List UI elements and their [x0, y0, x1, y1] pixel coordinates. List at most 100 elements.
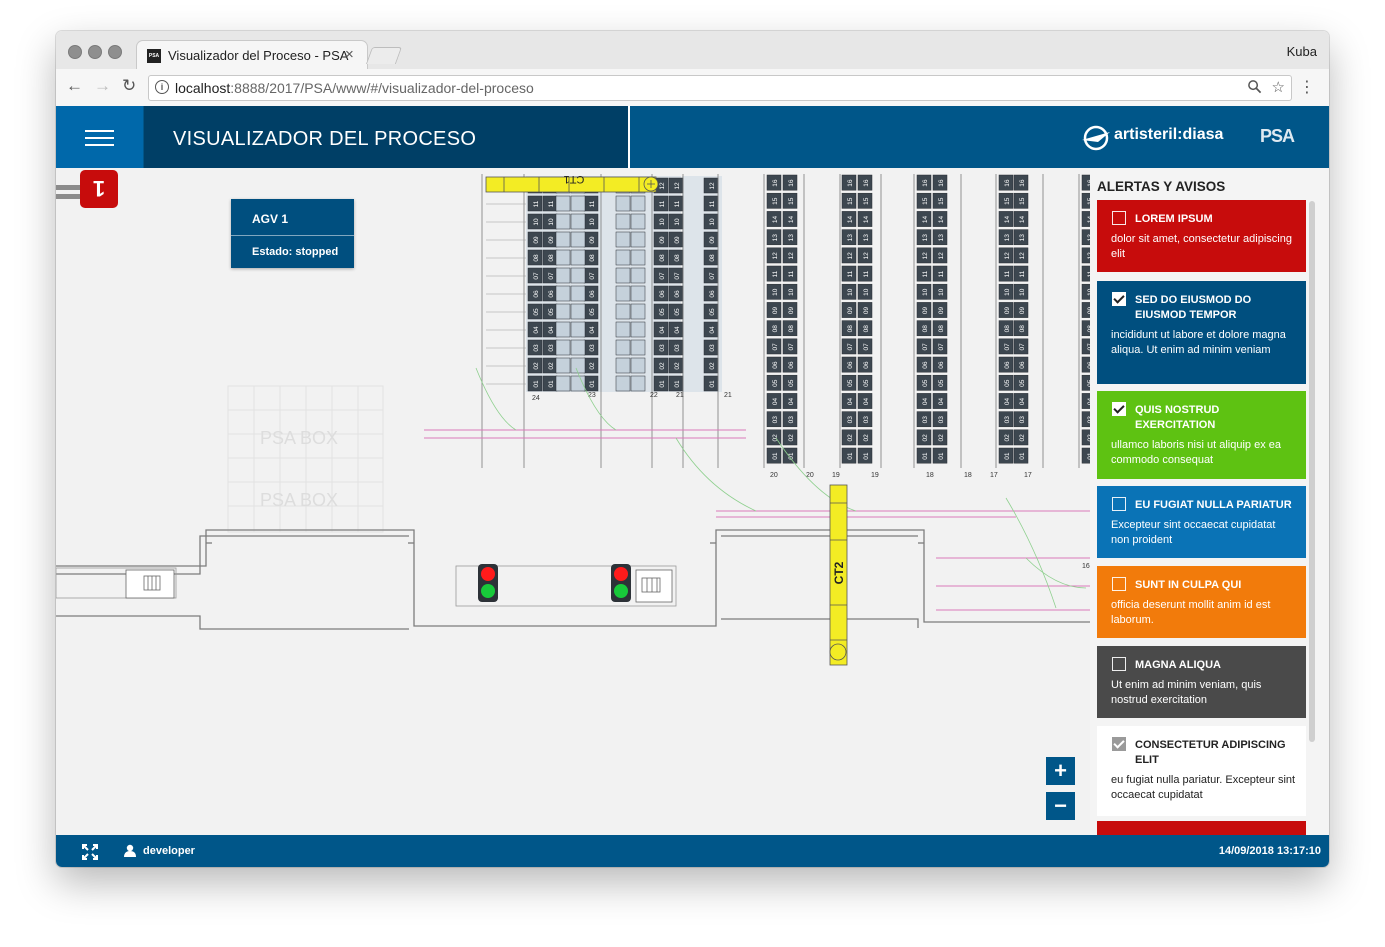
rack-slot-number: 14 — [847, 216, 854, 224]
rack-slot-number: 04 — [548, 326, 555, 334]
rack-slot-number: 08 — [674, 254, 681, 262]
rack-slot-number: 01 — [772, 452, 779, 460]
rack-slot-number: 09 — [709, 236, 716, 244]
rack-slot-number: 05 — [938, 379, 945, 387]
rack-slot-number: 05 — [636, 308, 643, 316]
browser-toolbar: ← → ↻ i localhost:8888/2017/PSA/www/#/vi… — [56, 69, 1329, 107]
agv-info-card[interactable]: AGV 1 Estado: stopped — [231, 199, 354, 268]
warehouse-layout[interactable]: PSA BOX PSA BOX 12 11 10 09 08 07 06 05 04 03 02 01… — [56, 168, 1090, 835]
alert-checkbox[interactable] — [1112, 402, 1126, 416]
rack-slot-number: 16 — [922, 179, 929, 187]
rack-slot-number: 08 — [772, 325, 779, 333]
alert-checkbox[interactable] — [1112, 577, 1126, 591]
forward-arrow-icon[interactable]: → — [94, 76, 111, 96]
rack-slot-number: 06 — [621, 290, 628, 298]
alert-body: ullamco laboris nisi ut aliquip ex ea co… — [1111, 439, 1281, 466]
rack-slot-number: 12 — [863, 252, 870, 260]
rack-slot-number: 09 — [1019, 307, 1026, 315]
process-map[interactable]: PSA BOX PSA BOX 12 11 10 09 08 07 06 05 04 03 02 01… — [56, 168, 1090, 835]
alert-card[interactable]: SED DO EIUSMOD DO EIUSMOD TEMPOR incididu… — [1097, 281, 1306, 384]
rack-slot-number: 02 — [576, 362, 583, 370]
alerts-scrollbar[interactable] — [1309, 201, 1315, 742]
alert-checkbox[interactable] — [1112, 737, 1126, 751]
alert-checkbox[interactable] — [1112, 211, 1126, 225]
window-maximize-button[interactable] — [108, 45, 122, 59]
rack-slot-number: 07 — [659, 272, 666, 280]
rack-slot-number: 15 — [847, 197, 854, 205]
rack-slot-number: 10 — [1004, 288, 1011, 296]
rack-slot-number: 11 — [636, 200, 643, 207]
rack-slot-number: 04 — [659, 326, 666, 334]
rack-slot-number: 08 — [589, 254, 596, 262]
alert-heading: QUIS NOSTRUD EXERCITATION — [1135, 404, 1220, 431]
rack-slot-number: 16 — [788, 179, 795, 187]
rack-slot-number: 08 — [1019, 325, 1026, 333]
alert-card[interactable]: LOREM IPSUM dolor sit amet, consectetur a… — [1097, 200, 1306, 272]
rack-slot-number: 14 — [938, 216, 945, 224]
alert-body: eu fugiat nulla pariatur. Excepteur sint… — [1111, 774, 1296, 801]
zoom-in-button[interactable]: + — [1046, 757, 1075, 785]
rack-slot-number: 06 — [674, 290, 681, 298]
alert-checkbox[interactable] — [1112, 497, 1126, 511]
rack-slot-number: 14 — [863, 216, 870, 224]
rack-slot-number: 10 — [548, 218, 555, 226]
new-tab-button[interactable] — [365, 47, 403, 64]
rack-slot-number: 08 — [533, 254, 540, 262]
rack-slot-number: 02 — [533, 362, 540, 370]
rack-slot-number: 08 — [922, 325, 929, 333]
rack-slot-number: 11 — [576, 200, 583, 207]
rack-slot-number: 08 — [621, 254, 628, 262]
rack-slot-number: 10 — [589, 218, 596, 226]
alert-checkbox[interactable] — [1112, 292, 1126, 306]
tab-close-icon[interactable]: × — [345, 46, 354, 63]
rack-slot-number: 04 — [709, 326, 716, 334]
alert-card[interactable]: QUIS NOSTRUD EXERCITATION ullamco laboris… — [1097, 391, 1306, 479]
footer-username[interactable]: developer — [143, 845, 195, 857]
rack-slot-number: 01 — [847, 452, 854, 460]
rack-slot-number: 07 — [576, 272, 583, 280]
rack-slot-number: 06 — [847, 361, 854, 369]
zoom-out-button[interactable]: − — [1046, 792, 1075, 820]
rack-slot-number: 09 — [636, 236, 643, 244]
zoom-search-icon[interactable] — [1247, 79, 1262, 94]
rack-slot-number: 04 — [576, 326, 583, 334]
alert-card[interactable]: EU FUGIAT NULLA PARIATUR Excepteur sint o… — [1097, 486, 1306, 558]
reload-icon[interactable]: ↻ — [122, 76, 136, 96]
url-text[interactable]: localhost:8888/2017/PSA/www/#/visualizad… — [175, 80, 534, 96]
agv-marker-icon[interactable]: 1 — [56, 168, 118, 216]
rack-slot-number: 03 — [847, 416, 854, 424]
alert-checkbox[interactable] — [1112, 657, 1126, 671]
hamburger-menu-button[interactable] — [56, 106, 143, 168]
rack-slot-number: 13 — [847, 234, 854, 242]
rack-slot-number: 01 — [621, 380, 628, 388]
rack-slot-number: 02 — [788, 434, 795, 442]
alert-heading: EU FUGIAT NULLA PARIATUR — [1135, 499, 1292, 511]
rack-slot-number: 15 — [1019, 197, 1026, 205]
back-arrow-icon[interactable]: ← — [66, 76, 83, 96]
fullscreen-icon[interactable] — [82, 844, 98, 860]
profile-name[interactable]: Kuba — [1287, 44, 1317, 59]
agv-card-status: Estado: stopped — [252, 246, 339, 258]
info-icon[interactable]: i — [155, 80, 169, 94]
rack-slot-number: 08 — [938, 325, 945, 333]
rack-slot-number: 03 — [576, 344, 583, 352]
window-close-button[interactable] — [68, 45, 82, 59]
rack-slot-number: 05 — [863, 379, 870, 387]
rack-slot-number: 14 — [772, 216, 779, 224]
rack-slot-number: 02 — [1004, 434, 1011, 442]
alert-card[interactable]: SUNT IN CULPA QUI officia deserunt mollit… — [1097, 566, 1306, 638]
alert-card-partial[interactable] — [1097, 821, 1306, 835]
rack-slot-number: 08 — [709, 254, 716, 262]
rack-number-label: 19 — [832, 472, 840, 479]
window-minimize-button[interactable] — [88, 45, 102, 59]
bookmark-star-icon[interactable]: ☆ — [1272, 79, 1285, 96]
rack-slot-number: 07 — [938, 343, 945, 351]
address-bar[interactable]: i localhost:8888/2017/PSA/www/#/visualiz… — [148, 75, 1292, 101]
browser-tab[interactable]: PSA Visualizador del Proceso - PSA × — [136, 40, 368, 70]
alert-card[interactable]: MAGNA ALIQUA Ut enim ad minim veniam, qui… — [1097, 646, 1306, 718]
rack-slot-number: 07 — [589, 272, 596, 280]
browser-menu-icon[interactable]: ⋮ — [1299, 77, 1315, 97]
app-footer: developer 14/09/2018 13:17:10 — [56, 835, 1329, 867]
rack-slot-number: 07 — [621, 272, 628, 280]
alert-card[interactable]: CONSECTETUR ADIPISCING ELIT eu fugiat nul… — [1097, 726, 1306, 816]
